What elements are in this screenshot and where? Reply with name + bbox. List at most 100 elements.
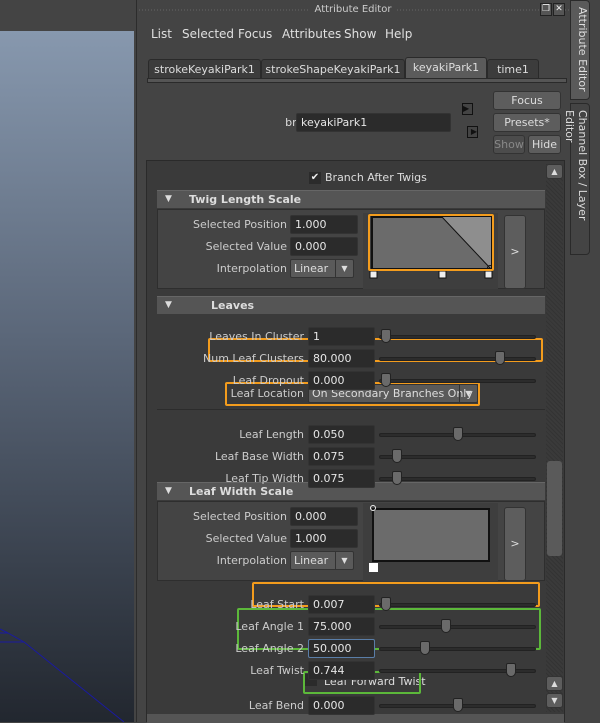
menu-show[interactable]: Show: [344, 27, 376, 41]
focus-button[interactable]: Focus: [493, 91, 561, 110]
scroll-down-button[interactable]: ▼: [546, 693, 563, 708]
side-tab-attribute-editor[interactable]: Attribute Editor: [570, 0, 590, 100]
rows3-2-label: Leaf Angle 2: [235, 642, 304, 655]
copy-tab-icon[interactable]: ▶: [462, 103, 473, 115]
rows3-2-slider-track[interactable]: [379, 647, 536, 651]
chevron-down-icon: ▼: [335, 260, 353, 277]
collapse-triangle-icon: ▼: [165, 300, 172, 310]
menu-list[interactable]: List: [151, 27, 172, 41]
tab-strokekeyakipark1[interactable]: strokeKeyakiPark1: [148, 59, 261, 79]
scroll-up-button[interactable]: ▲: [546, 164, 563, 179]
interpolation-label: Interpolation: [216, 262, 287, 275]
leaves-rows2-2-input[interactable]: 0.075: [308, 469, 375, 488]
branch-after-twigs-checkbox[interactable]: ✔: [309, 172, 321, 184]
leaves-rows2-1-slider-track[interactable]: [379, 455, 536, 459]
interpolation-label: Interpolation: [216, 554, 287, 567]
selected-position-label: Selected Position: [192, 218, 287, 231]
interpolation-dropdown[interactable]: Linear ▼: [290, 551, 354, 570]
leaves-rows2-1-slider-thumb[interactable]: [391, 449, 402, 463]
rows3-0-slider-thumb[interactable]: [381, 597, 392, 611]
rows3-3-input[interactable]: 0.744: [308, 661, 375, 680]
section-title: Twig Length Scale: [189, 193, 302, 206]
menu-focus[interactable]: Focus: [238, 27, 272, 41]
leaves-rows2-2-slider-track[interactable]: [379, 477, 536, 481]
menu-attributes[interactable]: Attributes: [282, 27, 341, 41]
highlight-twig-ramp: [368, 214, 494, 271]
rows3-1-input[interactable]: 75.000: [308, 617, 375, 636]
leaves-rows-2-input[interactable]: 0.000: [308, 371, 375, 390]
scrollbar-thumb[interactable]: [547, 461, 562, 556]
selected-position-input[interactable]: 0.000: [290, 507, 358, 526]
menu-help[interactable]: Help: [385, 27, 412, 41]
interpolation-value: Linear: [294, 554, 329, 567]
expand-ramp-button[interactable]: >: [504, 215, 526, 289]
panel-title-bar[interactable]: Attribute Editor: [137, 0, 569, 20]
leaves-rows2-2-slider-thumb[interactable]: [391, 471, 402, 485]
load-attributes-icon[interactable]: ▶: [467, 126, 478, 138]
rows3-1-slider-thumb[interactable]: [440, 619, 451, 633]
rows3-2-slider-thumb[interactable]: [419, 641, 430, 655]
rows3-0-label: Leaf Start: [250, 598, 304, 611]
leaves-rows2-0-label: Leaf Length: [239, 428, 304, 441]
selected-position-input[interactable]: 1.000: [290, 215, 358, 234]
interpolation-dropdown[interactable]: Linear ▼: [290, 259, 354, 278]
tab-strokeshapekeyakipark1[interactable]: strokeShapeKeyakiPark1: [261, 59, 405, 79]
leaves-header[interactable]: ▼ Leaves: [157, 296, 545, 314]
leaves-rows-1-slider-thumb[interactable]: [495, 351, 506, 365]
wireframe-lines: [0, 628, 125, 722]
collapse-triangle-icon: ▼: [165, 194, 172, 204]
rows3-3-slider-thumb[interactable]: [505, 663, 516, 677]
3d-viewport[interactable]: [0, 31, 134, 722]
selected-value-label: Selected Value: [205, 532, 287, 545]
rows3-0-input[interactable]: 0.007: [308, 595, 375, 614]
viewport-panel: [0, 0, 135, 722]
leaves-rows-0-slider-thumb[interactable]: [381, 329, 392, 343]
leaves-rows-2-slider-track[interactable]: [379, 379, 536, 383]
brush-name-input[interactable]: keyakiPark1: [296, 113, 451, 132]
tab-time1[interactable]: time1: [487, 59, 539, 79]
selected-value-input[interactable]: 1.000: [290, 529, 358, 548]
rows3-0-slider-track[interactable]: [379, 603, 536, 607]
rows3-1-slider-track[interactable]: [379, 625, 536, 629]
leaves-rows2-1-input[interactable]: 0.075: [308, 447, 375, 466]
leaves-rows-0-label: Leaves In Cluster: [209, 330, 304, 343]
float-window-icon[interactable]: ❐: [540, 3, 552, 16]
close-icon[interactable]: ✕: [553, 3, 565, 16]
rows3-2-input[interactable]: 50.000: [308, 639, 375, 658]
leaves-rows-1-input[interactable]: 80.000: [308, 349, 375, 368]
twig-length-scale-header[interactable]: ▼ Twig Length Scale: [157, 190, 545, 208]
leaves-rows-2-label: Leaf Dropout: [232, 374, 304, 387]
leaf-bend-input[interactable]: 0.000: [308, 696, 375, 715]
rows3-1-label: Leaf Angle 1: [235, 620, 304, 633]
menu-selected[interactable]: Selected: [182, 27, 234, 41]
section-title: Leaves: [211, 299, 255, 312]
chevron-down-icon: ▼: [335, 552, 353, 569]
leaves-rows-1-label: Num Leaf Clusters: [203, 352, 304, 365]
leaf-bend-slider-thumb[interactable]: [452, 698, 463, 712]
leaves-rows2-0-input[interactable]: 0.050: [308, 425, 375, 444]
leaves-rows-0-input[interactable]: 1: [308, 327, 375, 346]
leaves-rows2-0-slider-thumb[interactable]: [452, 427, 463, 441]
panel-title: Attribute Editor: [308, 4, 398, 15]
leaf-bend-label: Leaf Bend: [248, 699, 304, 712]
selected-value-input[interactable]: 0.000: [290, 237, 358, 256]
expand-ramp-button[interactable]: >: [504, 507, 526, 581]
ramp-graph-area[interactable]: [363, 503, 498, 581]
tab-keyakipark1[interactable]: keyakiPark1: [405, 57, 487, 79]
leaves-rows-0-slider-track[interactable]: [379, 335, 536, 339]
selected-value-label: Selected Value: [205, 240, 287, 253]
presets-button[interactable]: Presets*: [493, 113, 561, 132]
branch-after-twigs-label: Branch After Twigs: [325, 171, 427, 184]
leaves-rows2-2-label: Leaf Tip Width: [225, 472, 304, 485]
divider: [157, 409, 545, 410]
show-button[interactable]: Show: [493, 135, 525, 154]
side-tab-channel-box[interactable]: Channel Box / Layer Editor: [563, 103, 590, 255]
leaves-rows-2-slider-thumb[interactable]: [381, 373, 392, 387]
scroll-up-small-button[interactable]: ▲: [546, 676, 563, 691]
leaf-width-ramp-curve[interactable]: [363, 503, 498, 581]
hide-button[interactable]: Hide: [528, 135, 561, 154]
selected-position-label: Selected Position: [192, 510, 287, 523]
leaves-rows-1-slider-track[interactable]: [379, 357, 536, 361]
leaves-rows2-1-label: Leaf Base Width: [214, 450, 304, 463]
vertical-scrollbar[interactable]: [546, 164, 563, 712]
